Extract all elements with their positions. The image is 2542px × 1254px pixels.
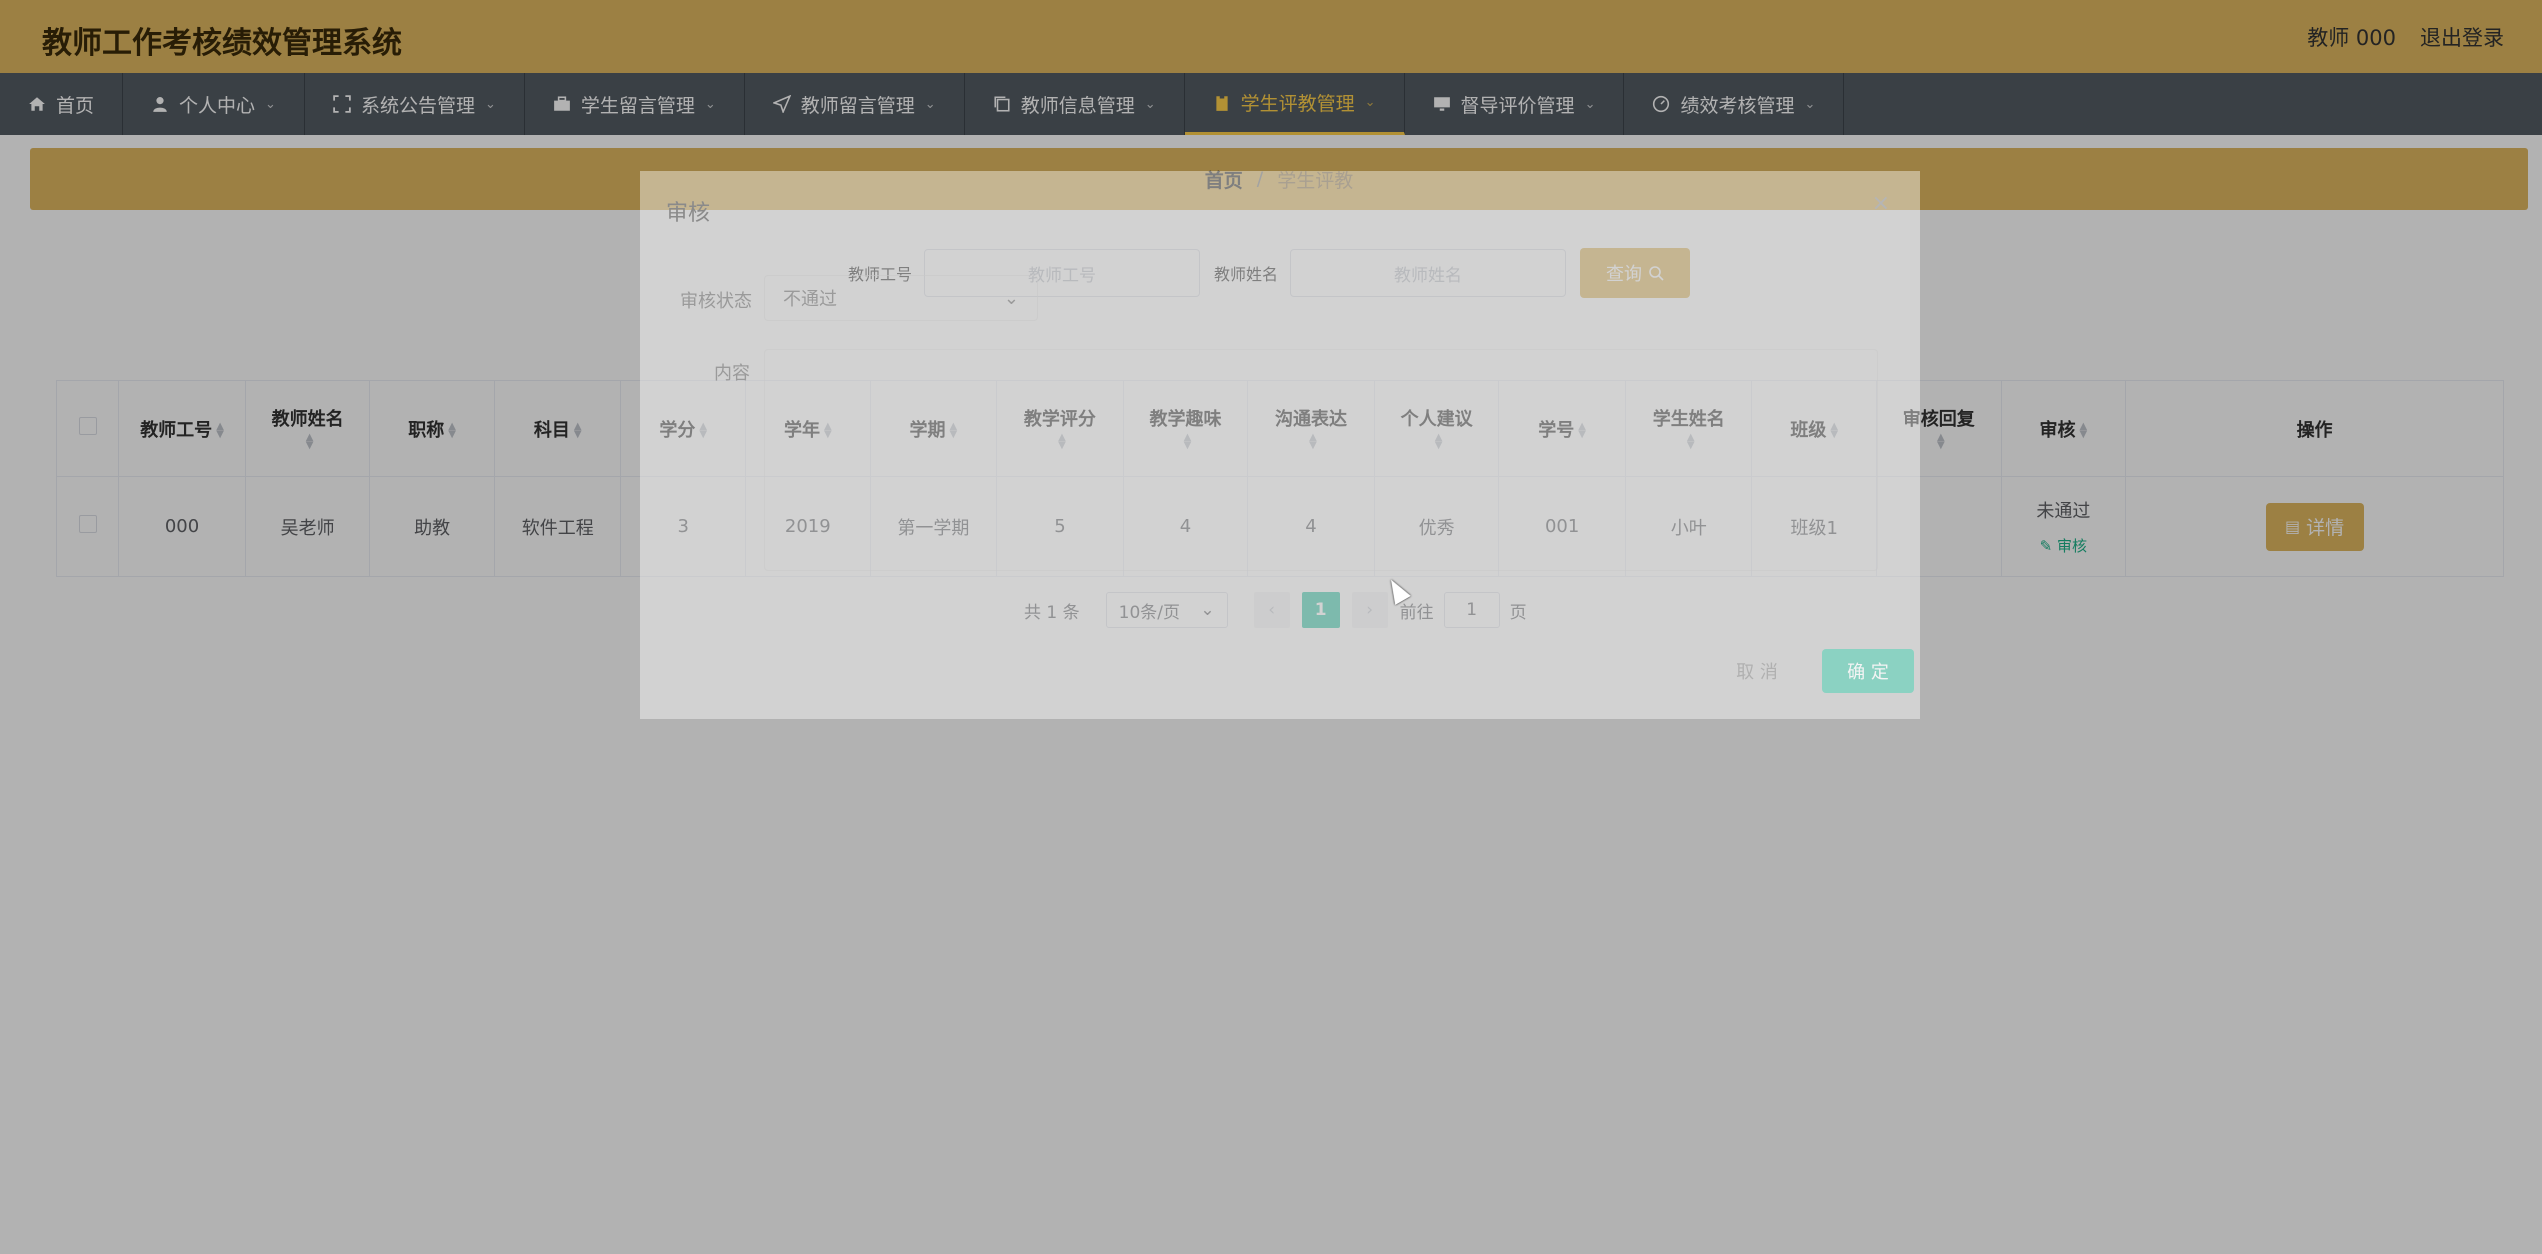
dialog-title: 审核: [666, 201, 711, 226]
content-label: 内容: [714, 363, 750, 384]
audit-dialog: 审核 × 审核状态 不通过 ⌄ 内容 取 消 确 定: [640, 171, 1920, 719]
status-label: 审核状态: [680, 291, 752, 312]
confirm-button[interactable]: 确 定: [1822, 649, 1914, 693]
status-select-value: 不通过: [783, 289, 837, 310]
status-select[interactable]: 不通过 ⌄: [764, 275, 1038, 321]
close-icon[interactable]: ×: [1872, 191, 1890, 216]
content-textarea[interactable]: [764, 349, 1878, 571]
chevron-down-icon: ⌄: [1003, 287, 1019, 309]
cancel-button[interactable]: 取 消: [1710, 649, 1804, 693]
